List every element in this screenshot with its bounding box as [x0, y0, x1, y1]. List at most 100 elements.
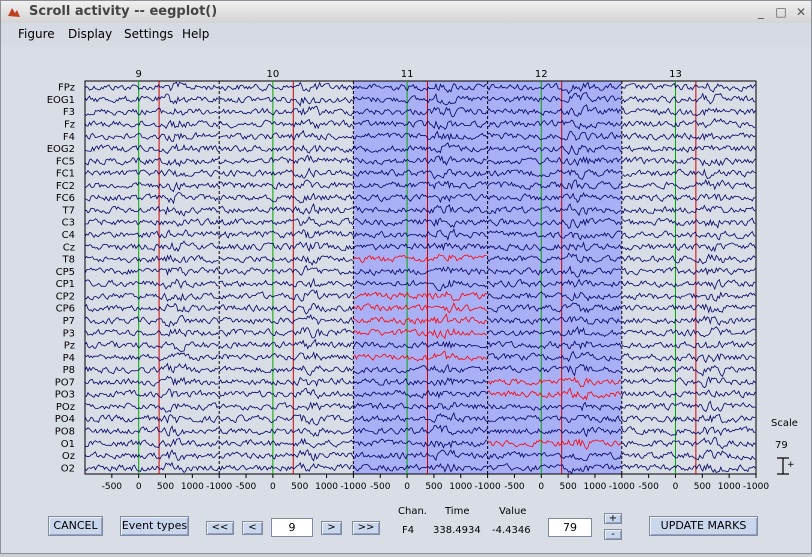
event-types-button[interactable]: Event types	[120, 516, 189, 536]
eeg-trace-PO3	[218, 387, 353, 400]
channel-label: P8	[63, 365, 75, 376]
prev-button[interactable]: <	[242, 521, 263, 535]
eeg-trace-CP1	[84, 278, 219, 290]
epoch-labels: 9 10 11 12 13	[135, 69, 681, 80]
eeg-trace-P3	[219, 326, 353, 339]
window-title: Scroll activity -- eegplot()	[29, 4, 218, 19]
chan-label: Chan.	[398, 506, 427, 517]
channel-label: PO4	[55, 414, 75, 425]
eeg-trace-O2	[84, 461, 219, 473]
eeg-trace-C4	[218, 229, 354, 239]
x-tick-label: 500	[425, 482, 442, 492]
channel-label: P4	[63, 353, 75, 364]
x-tick-label: -500	[638, 482, 659, 492]
next-button[interactable]: >	[321, 521, 342, 535]
eeg-trace-P7	[621, 315, 756, 326]
eeg-trace-C3	[84, 217, 219, 227]
eeg-trace-PO3	[621, 389, 756, 399]
eeg-trace-Oz	[621, 449, 756, 461]
eeg-trace-CP1	[621, 278, 756, 291]
eeg-trace-P3	[621, 326, 756, 338]
eeg-trace-Cz	[218, 241, 353, 252]
eeg-trace-P4	[621, 352, 756, 364]
x-tick-label: 500	[291, 482, 308, 492]
eeg-trace-O1	[621, 436, 756, 450]
eeg-trace-F3	[621, 107, 756, 117]
scale-plus-button[interactable]: +	[604, 513, 622, 524]
eeg-trace-FPz	[621, 82, 756, 93]
eeg-trace-PO7	[84, 375, 219, 387]
eeg-trace-FC6	[219, 192, 354, 204]
eeg-trace-PO7	[621, 375, 756, 389]
update-marks-button[interactable]: UPDATE MARKS	[649, 516, 758, 536]
cancel-button[interactable]: CANCEL	[48, 516, 103, 536]
x-tick-label: 1000	[718, 482, 741, 492]
eeg-trace-P8	[218, 365, 354, 376]
eeg-trace-POz	[218, 401, 354, 411]
eeg-trace-Oz	[84, 449, 219, 462]
eeg-trace-FPz	[84, 81, 219, 92]
x-tick-label: 500	[694, 482, 711, 492]
eeg-trace-O2	[218, 461, 353, 472]
selected-epoch-11	[353, 81, 488, 474]
next-page-button[interactable]: >>	[352, 521, 380, 535]
channel-label: CP5	[56, 267, 75, 278]
eeg-trace-PO8	[84, 425, 219, 437]
eeg-trace-FC2	[621, 179, 756, 191]
eegplot-window: Scroll activity -- eegplot() _ □ ✕ Figur…	[0, 0, 812, 554]
eeg-trace-C4	[84, 229, 219, 239]
channel-label: FC5	[56, 156, 75, 167]
time-label: Time	[445, 506, 470, 517]
scale-bar-icon: +	[777, 457, 795, 475]
close-icon[interactable]: ✕	[793, 4, 809, 20]
menu-settings[interactable]: Settings	[124, 27, 173, 41]
prev-page-button[interactable]: <<	[206, 521, 234, 535]
scale-input[interactable]: 79	[548, 518, 592, 537]
menu-figure[interactable]: Figure	[18, 27, 55, 41]
eeg-trace-PO3	[84, 388, 219, 399]
maximize-icon[interactable]: □	[773, 4, 789, 20]
eeg-trace-FC5	[84, 156, 219, 167]
eeg-trace-P4	[84, 352, 219, 361]
eeg-trace-F4	[218, 129, 354, 141]
channel-label: Fz	[64, 119, 75, 130]
channel-label: C3	[62, 218, 75, 229]
eeg-trace-O1	[218, 437, 354, 449]
channel-label: Cz	[63, 242, 75, 253]
eeg-trace-Oz	[218, 449, 354, 462]
eeg-trace-PO4	[621, 413, 756, 424]
eeg-trace-FC5	[218, 154, 354, 165]
x-tick-label: 500	[560, 482, 577, 492]
eeg-trace-FC6	[85, 192, 219, 205]
eeg-trace-F3	[84, 107, 219, 116]
eeg-trace-PO4	[219, 414, 353, 426]
epoch-label: 11	[401, 69, 414, 80]
eeg-trace-C3	[218, 216, 354, 228]
eeg-trace-Pz	[219, 338, 353, 350]
channel-label: CP1	[56, 279, 75, 290]
channel-label: F3	[63, 107, 75, 118]
x-tick-label: 0	[270, 482, 276, 492]
eeg-trace-FC1	[219, 167, 353, 179]
epoch-input[interactable]: 9	[271, 518, 313, 537]
eeg-trace-PO4	[84, 414, 219, 424]
channel-label: PO8	[55, 427, 75, 438]
eeg-trace-P7	[218, 314, 354, 326]
title-bar[interactable]: Scroll activity -- eegplot() _ □ ✕	[1, 1, 811, 24]
x-tick-label: -1000	[609, 482, 635, 492]
scale-minus-button[interactable]: -	[604, 529, 622, 540]
eeg-plot[interactable]: FPzEOG1F3FzF4EOG2FC5FC1FC2FC6T7C3C4CzT8C…	[1, 47, 811, 553]
eeg-trace-EOG1	[84, 93, 219, 105]
menu-display[interactable]: Display	[68, 27, 112, 41]
eeg-trace-EOG2	[84, 143, 219, 155]
minimize-icon[interactable]: _	[753, 4, 769, 20]
time-value: 338.4934	[433, 525, 481, 536]
channel-label: O1	[61, 439, 75, 450]
channel-label: PO7	[55, 377, 75, 388]
eeg-trace-POz	[621, 400, 756, 413]
channel-label: FC1	[56, 169, 75, 180]
eeg-trace-P8	[621, 365, 756, 377]
menu-help[interactable]: Help	[182, 27, 209, 41]
x-tick-label: 1000	[315, 482, 338, 492]
x-tick-label: 1000	[584, 482, 607, 492]
